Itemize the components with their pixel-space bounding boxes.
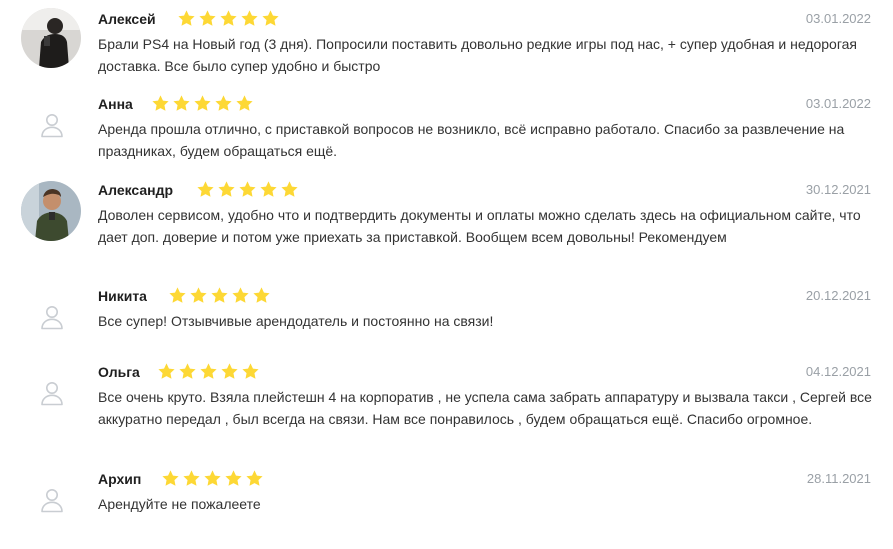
- user-placeholder-icon: [39, 304, 65, 330]
- review-text: Арендуйте не пожалеете: [98, 496, 261, 512]
- star-icon: [231, 286, 250, 305]
- avatar: [21, 181, 81, 241]
- review-date: 28.11.2021: [806, 471, 871, 486]
- review-author: Алексей: [98, 11, 156, 27]
- star-icon: [196, 180, 215, 199]
- star-icon: [261, 9, 280, 28]
- user-placeholder-icon: [39, 487, 65, 513]
- review-author: Ольга: [98, 364, 140, 380]
- user-placeholder-icon: [39, 380, 65, 406]
- star-icon: [235, 94, 254, 113]
- star-icon: [217, 180, 236, 199]
- review-text: Брали PS4 на Новый год (3 дня). Попросил…: [98, 36, 858, 74]
- star-icon: [161, 469, 180, 488]
- review-date: 03.01.2022: [805, 11, 871, 26]
- review-text: Аренда прошла отлично, с приставкой вопр…: [98, 121, 845, 159]
- star-icon: [189, 286, 208, 305]
- star-icon: [177, 9, 196, 28]
- star-icon: [280, 180, 299, 199]
- star-icon: [182, 469, 201, 488]
- star-icon: [193, 94, 212, 113]
- review-date: 20.12.2021: [805, 288, 871, 303]
- star-icon: [238, 180, 257, 199]
- star-icon: [224, 469, 243, 488]
- rating-stars: [161, 469, 264, 489]
- review-date: 03.01.2022: [805, 96, 871, 111]
- star-icon: [252, 286, 271, 305]
- star-icon: [240, 9, 259, 28]
- rating-stars: [151, 94, 254, 114]
- star-icon: [157, 362, 176, 381]
- star-icon: [198, 9, 217, 28]
- star-icon: [214, 94, 233, 113]
- review-text: Все очень круто. Взяла плейстешн 4 на ко…: [98, 389, 872, 427]
- review-date: 04.12.2021: [805, 364, 871, 379]
- review-author: Архип: [98, 471, 142, 487]
- star-icon: [220, 362, 239, 381]
- star-icon: [259, 180, 278, 199]
- rating-stars: [168, 286, 271, 306]
- review-date: 30.12.2021: [805, 182, 871, 197]
- star-icon: [219, 9, 238, 28]
- rating-stars: [177, 9, 280, 29]
- review-author: Анна: [98, 96, 133, 112]
- star-icon: [210, 286, 229, 305]
- star-icon: [203, 469, 222, 488]
- star-icon: [178, 362, 197, 381]
- star-icon: [172, 94, 191, 113]
- star-icon: [241, 362, 260, 381]
- rating-stars: [157, 362, 260, 382]
- review-author: Никита: [98, 288, 147, 304]
- user-placeholder-icon: [39, 112, 65, 138]
- star-icon: [245, 469, 264, 488]
- review-text: Все супер! Отзывчивые арендодатель и пос…: [98, 313, 494, 329]
- review-text: Доволен сервисом, удобно что и подтверди…: [98, 207, 861, 245]
- rating-stars: [196, 180, 299, 200]
- star-icon: [168, 286, 187, 305]
- review-author: Александр: [98, 182, 174, 198]
- avatar: [21, 8, 81, 68]
- star-icon: [199, 362, 218, 381]
- star-icon: [151, 94, 170, 113]
